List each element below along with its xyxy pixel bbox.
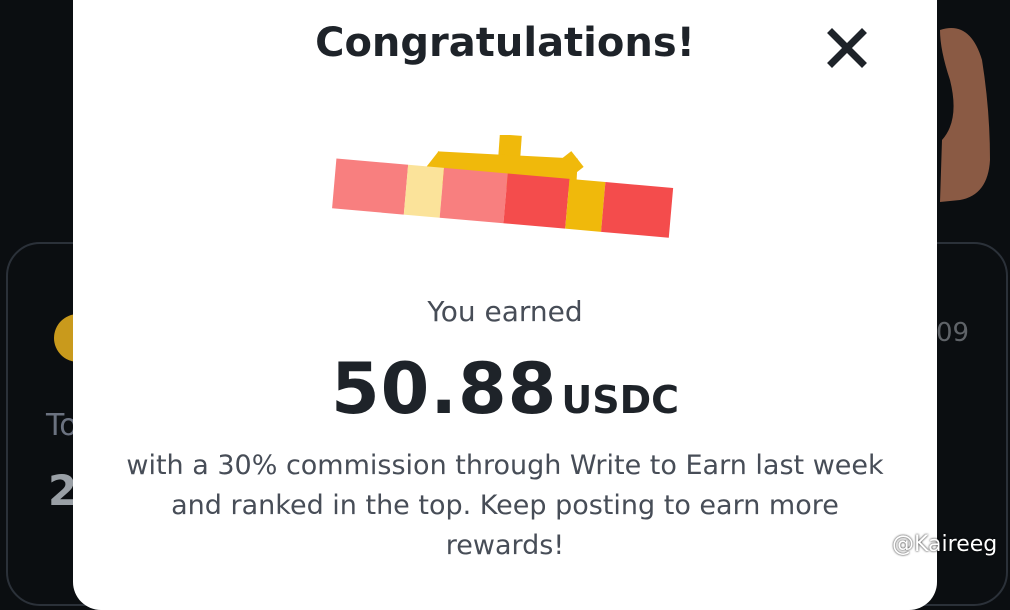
background-right-text: 09 [936, 318, 970, 348]
close-icon[interactable] [823, 24, 871, 72]
gift-box-icon [332, 135, 674, 238]
amount-currency: USDC [561, 378, 680, 422]
background-decoration [940, 28, 990, 202]
earned-amount: 50.88 USDC [73, 348, 937, 430]
congratulations-modal: Congratulations! You earned 50.88 USDC wi… [73, 0, 937, 610]
binance-logo-icon [858, 530, 886, 558]
reward-message: with a 30% commission through Write to E… [126, 450, 884, 561]
watermark: @Kaireeg [858, 528, 997, 560]
earned-label: You earned [427, 295, 583, 328]
modal-title: Congratulations! [315, 20, 695, 66]
watermark-text: @Kaireeg [892, 531, 998, 557]
amount-value: 50.88 [330, 348, 558, 430]
